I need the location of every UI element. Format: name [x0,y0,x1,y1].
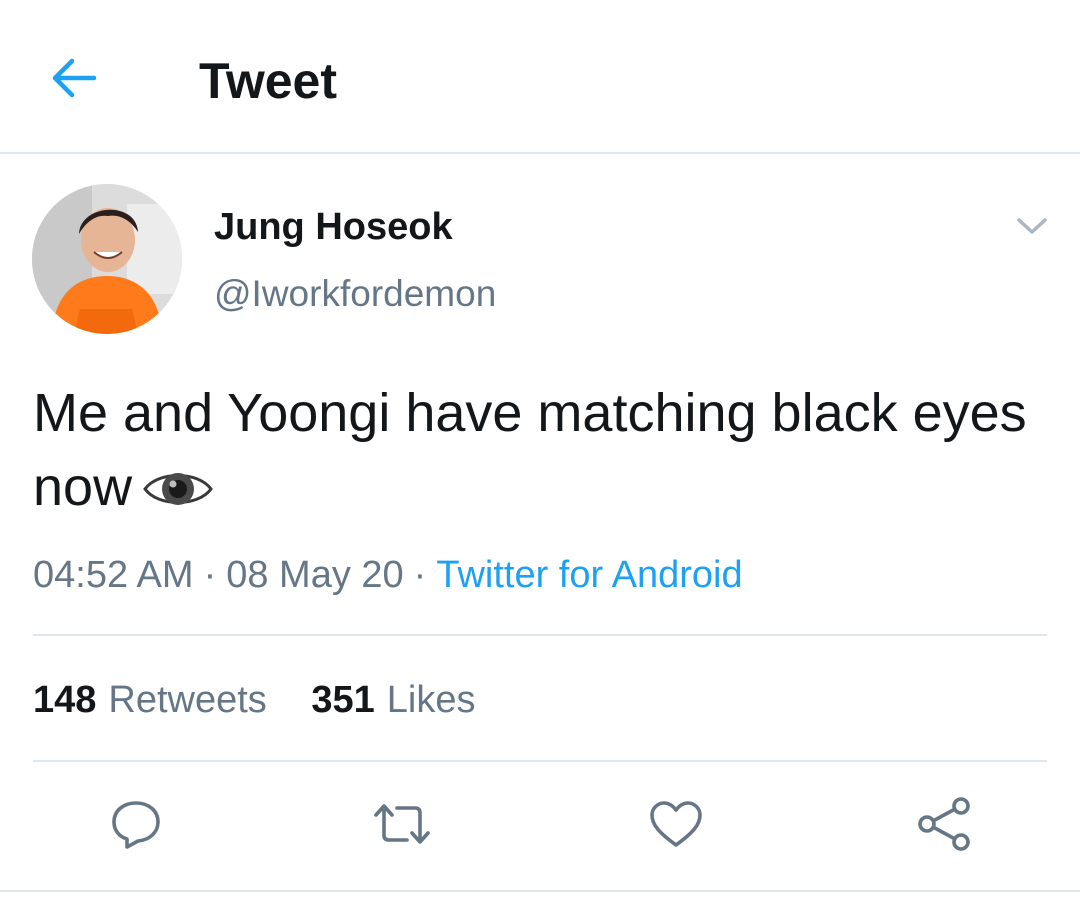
likes-label: Likes [386,679,476,721]
retweets-label: Retweets [108,679,267,721]
back-button[interactable] [42,48,106,112]
likes-stat[interactable]: 351 Likes [311,676,475,724]
share-icon [915,796,973,857]
divider [0,890,1080,892]
retweets-count: 148 [33,679,97,721]
tweet-stats: 148 Retweets 351 Likes [33,676,476,724]
retweet-button[interactable] [372,796,432,856]
page-title: Tweet [199,53,337,109]
tweet-meta: 04:52 AM · 08 May 20 · Twitter for Android [33,550,743,600]
meta-separator: · [203,554,217,596]
arrow-left-icon [50,56,98,105]
like-button[interactable] [646,796,706,856]
reply-button[interactable] [106,796,166,856]
tweet-source-link[interactable]: Twitter for Android [436,554,742,596]
divider [33,634,1047,636]
tweet-time: 04:52 AM [33,554,194,596]
avatar-photo [32,184,182,334]
more-options-button[interactable] [1012,210,1052,246]
meta-separator: · [413,554,427,596]
heart-icon [648,799,704,854]
likes-count: 351 [311,679,375,721]
retweets-stat[interactable]: 148 Retweets [33,676,267,724]
eye-emoji [142,458,214,532]
tweet-date: 08 May 20 [226,554,404,596]
share-button[interactable] [914,796,974,856]
tweet-text: Me and Yoongi have matching black eyes n… [33,376,1043,532]
top-bar: Tweet [0,0,1080,154]
avatar[interactable] [32,184,182,334]
chevron-down-icon [1015,215,1049,242]
author-handle[interactable]: @Iworkfordemon [214,272,496,316]
retweet-icon [371,801,433,852]
reply-icon [109,798,163,855]
author-display-name[interactable]: Jung Hoseok [214,205,453,249]
divider [33,760,1047,762]
